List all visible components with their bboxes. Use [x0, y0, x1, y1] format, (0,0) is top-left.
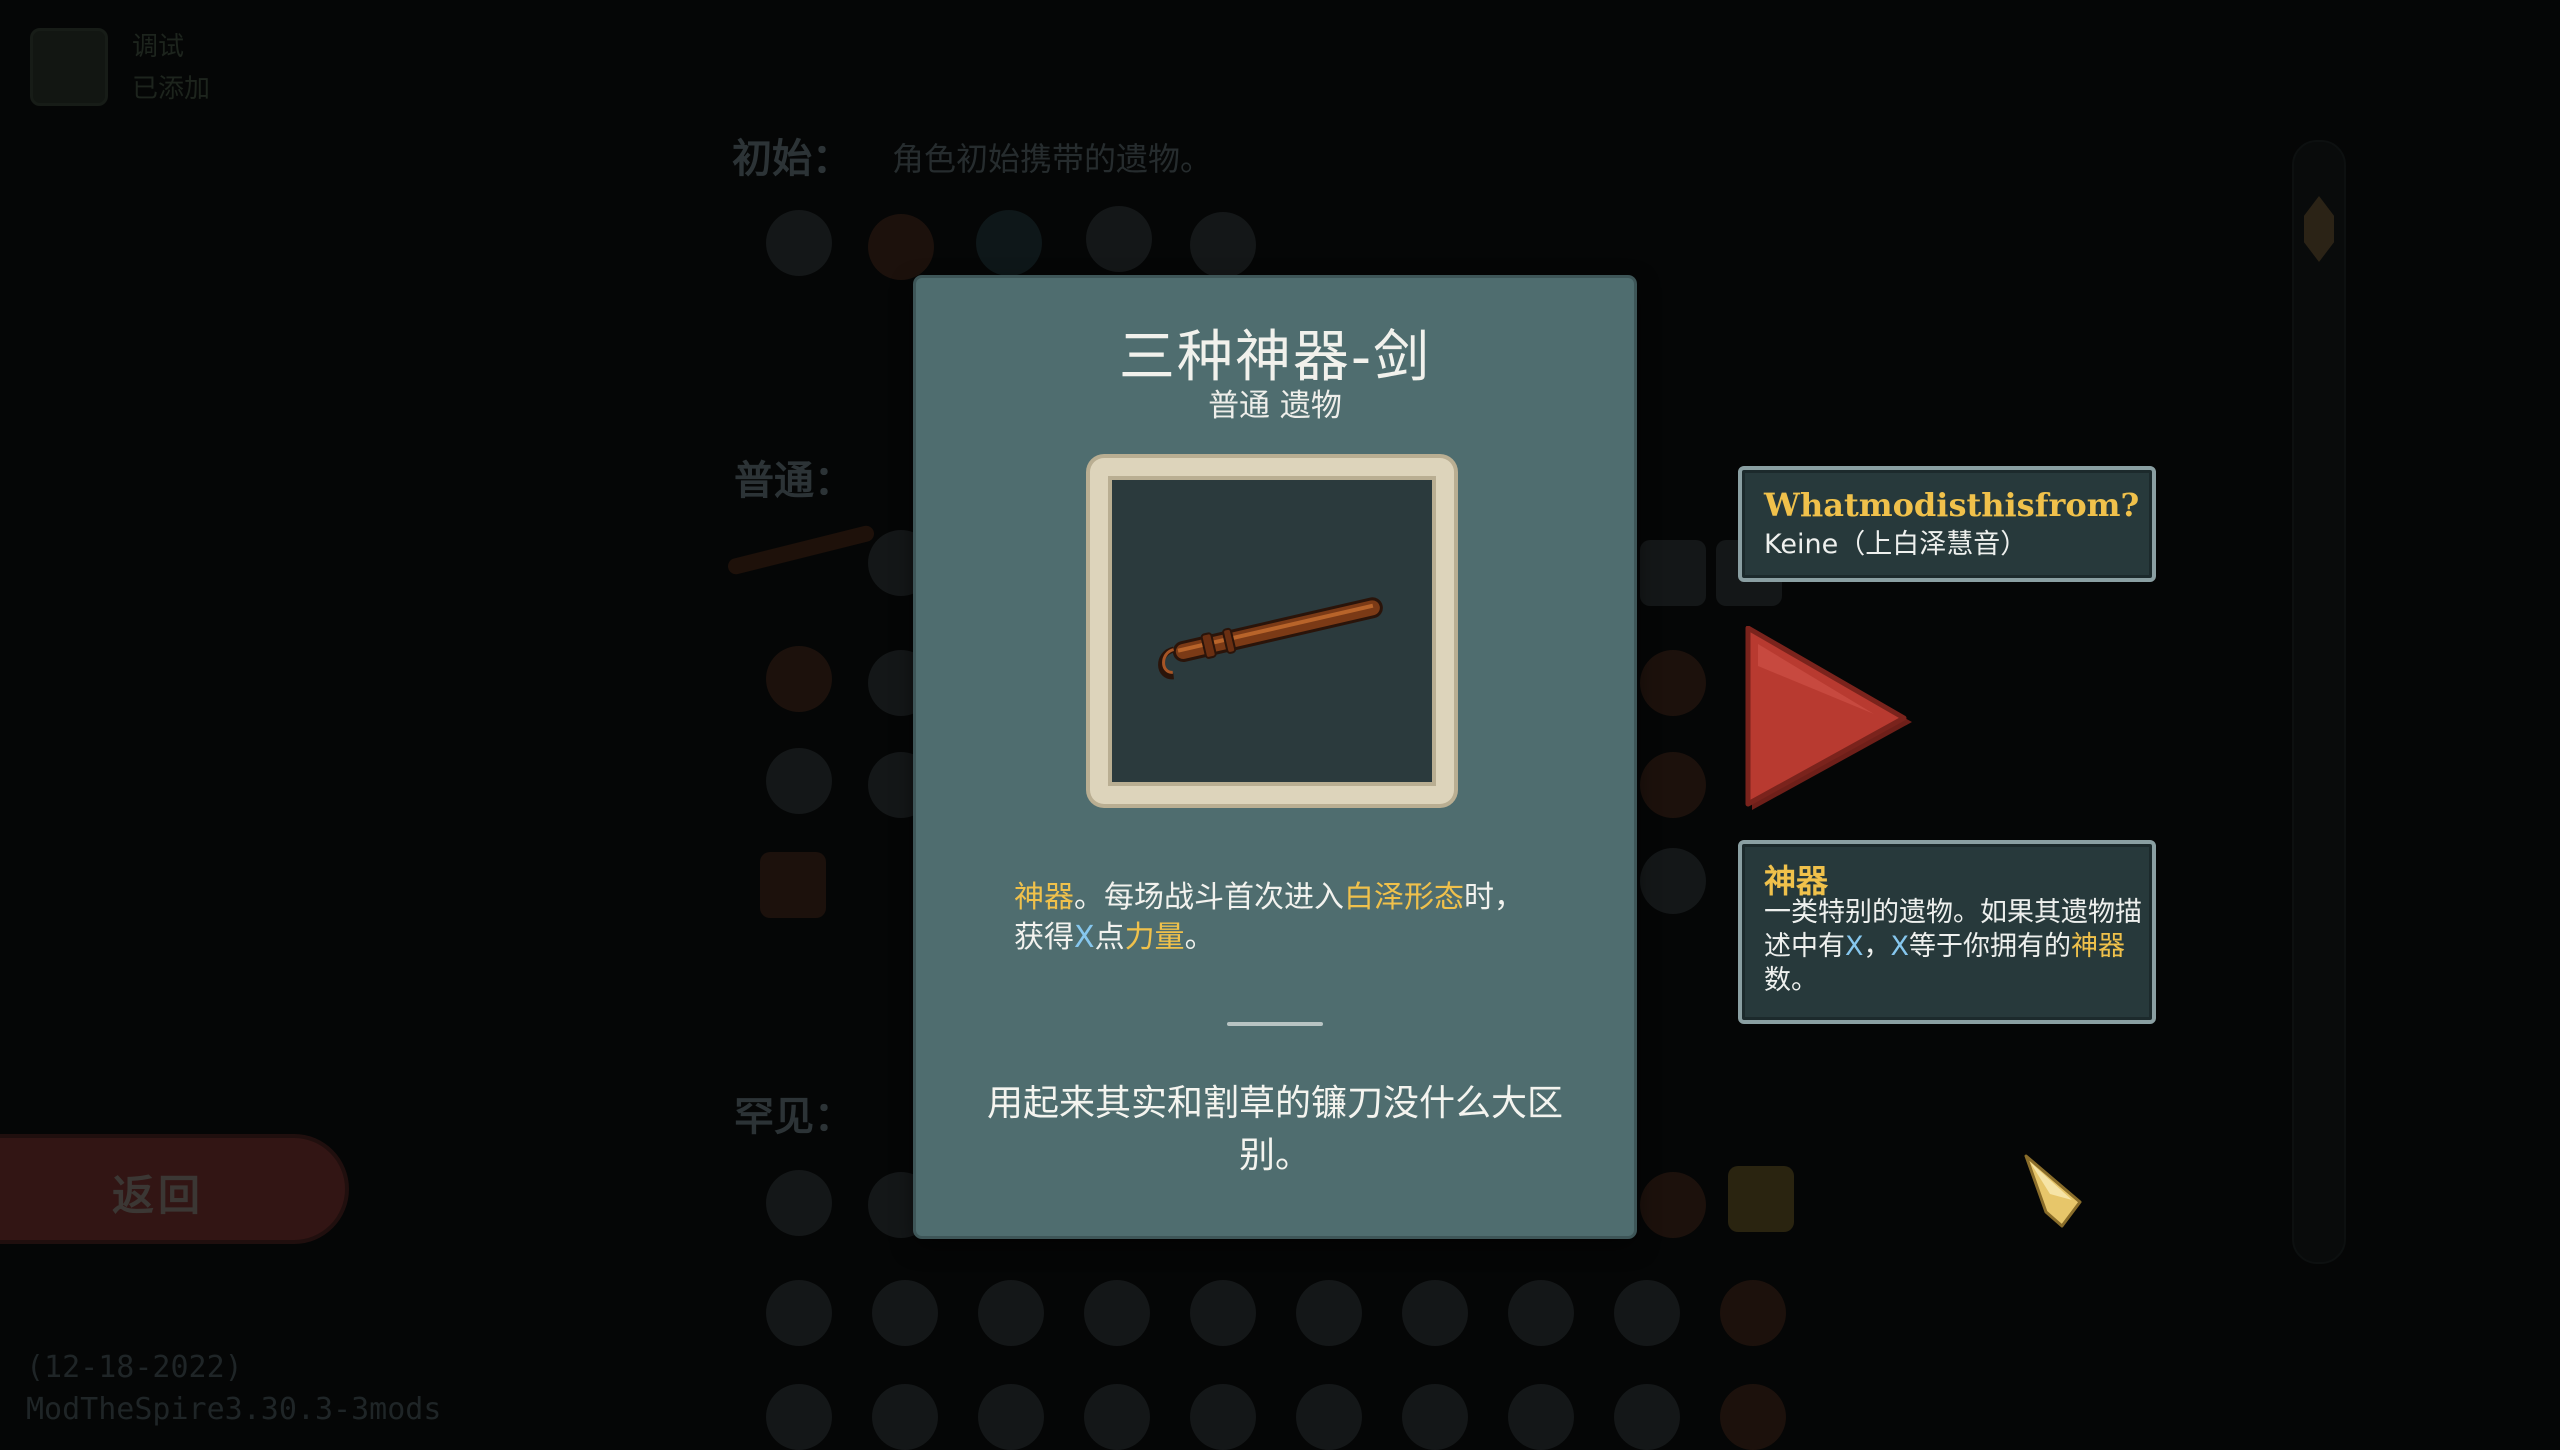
scrollbar[interactable]	[2292, 140, 2346, 1264]
top-text-2: 已添加	[132, 74, 211, 104]
tooltip-body: Keine（上白泽慧音）	[1764, 529, 2028, 560]
section-label-starter: 初始：	[732, 136, 852, 182]
relic-icon[interactable]	[1296, 1280, 1362, 1346]
tooltip-title: Whatmodisthisfrom?	[1764, 486, 2140, 524]
relic-icon[interactable]	[766, 646, 832, 712]
relic-icon[interactable]	[1508, 1384, 1574, 1450]
relic-icon[interactable]	[1728, 1166, 1794, 1232]
back-button[interactable]: 返回	[0, 1138, 345, 1240]
relic-icon[interactable]	[1614, 1280, 1680, 1346]
tooltip-text: ，	[1863, 931, 1891, 962]
relic-icon[interactable]	[1614, 1384, 1680, 1450]
sword-relic-icon[interactable]	[726, 524, 876, 576]
next-arrow-icon[interactable]	[1744, 626, 1918, 816]
relic-icon[interactable]	[1296, 1384, 1362, 1450]
section-desc-starter: 角色初始携带的遗物。	[892, 140, 1213, 178]
x-value: X	[1890, 931, 1910, 962]
relic-icon[interactable]	[872, 1384, 938, 1450]
settings-icon	[30, 28, 108, 106]
keyword-strength: 力量	[1124, 920, 1185, 955]
back-button-label: 返回	[112, 1171, 205, 1220]
desc-text: 。每场战斗首次进入	[1074, 880, 1344, 915]
relic-icon[interactable]	[1720, 1280, 1786, 1346]
relic-icon[interactable]	[868, 214, 934, 280]
section-label-common: 普通：	[734, 458, 854, 504]
desc-text: 点	[1094, 920, 1125, 955]
keyword-artifact: 神器	[1014, 880, 1074, 915]
relic-icon[interactable]	[1084, 1384, 1150, 1450]
tooltip-text: 等于你拥有的	[1909, 931, 2071, 962]
relic-icon[interactable]	[766, 1170, 832, 1236]
relic-icon[interactable]	[766, 748, 832, 814]
relic-icon[interactable]	[766, 1280, 832, 1346]
relic-rarity: 普通 遗物	[1208, 388, 1342, 424]
tooltip-text: 数。	[1764, 965, 1818, 996]
top-text-1: 调试	[132, 32, 185, 62]
desc-text: 。	[1184, 920, 1215, 955]
relic-description: 神器。每场战斗首次进入白泽形态时， 获得X点力量。	[1014, 878, 1574, 958]
relic-icon[interactable]	[1640, 540, 1706, 606]
tooltip-body: 一类特别的遗物。如果其遗物描述中有X，X等于你拥有的神器数。	[1764, 896, 2144, 998]
relic-icon[interactable]	[1640, 1172, 1706, 1238]
mod-source-tooltip: Whatmodisthisfrom? Keine（上白泽慧音）	[1738, 466, 2156, 582]
relic-icon[interactable]	[1402, 1280, 1468, 1346]
desc-text: 获得	[1014, 920, 1074, 955]
relic-icon[interactable]	[766, 210, 832, 276]
cursor-icon	[2024, 1154, 2082, 1228]
sword-icon	[1158, 597, 1383, 680]
section-label-uncommon: 罕见：	[734, 1094, 854, 1140]
relic-card: 三种神器-剑 普通 遗物 神器。每场战斗首次进入白泽形态时， 获得X点力量。 用…	[916, 278, 1634, 1236]
relic-icon[interactable]	[976, 210, 1042, 276]
relic-icon[interactable]	[1086, 206, 1152, 272]
keyword-artifact: 神器	[2071, 931, 2125, 962]
relic-icon[interactable]	[1508, 1280, 1574, 1346]
relic-flavor-text: 用起来其实和割草的镰刀没什么大区别。	[986, 1083, 1563, 1176]
relic-icon[interactable]	[1640, 848, 1706, 914]
relic-icon[interactable]	[1402, 1384, 1468, 1450]
version-text: ModTheSpire3.30.3-3mods	[26, 1392, 442, 1427]
relic-icon[interactable]	[1084, 1280, 1150, 1346]
divider	[1227, 1022, 1323, 1026]
relic-icon[interactable]	[1190, 1384, 1256, 1450]
keyword-form: 白泽形态	[1344, 880, 1464, 915]
keyword-tooltip: 神器 一类特别的遗物。如果其遗物描述中有X，X等于你拥有的神器数。	[1738, 840, 2156, 1024]
relic-icon[interactable]	[978, 1280, 1044, 1346]
relic-icon[interactable]	[872, 1280, 938, 1346]
relic-icon[interactable]	[1640, 752, 1706, 818]
x-value: X	[1845, 931, 1864, 962]
relic-image-frame	[1090, 458, 1454, 804]
relic-icon[interactable]	[1640, 650, 1706, 716]
x-value: X	[1074, 920, 1095, 955]
relic-icon[interactable]	[766, 1384, 832, 1450]
relic-icon[interactable]	[760, 852, 826, 918]
version-date: (12-18-2022)	[26, 1350, 243, 1385]
relic-icon[interactable]	[1720, 1384, 1786, 1450]
relic-icon[interactable]	[978, 1384, 1044, 1450]
relic-icon[interactable]	[1190, 1280, 1256, 1346]
desc-text: 时，	[1464, 880, 1524, 915]
relic-icon[interactable]	[1190, 212, 1256, 278]
